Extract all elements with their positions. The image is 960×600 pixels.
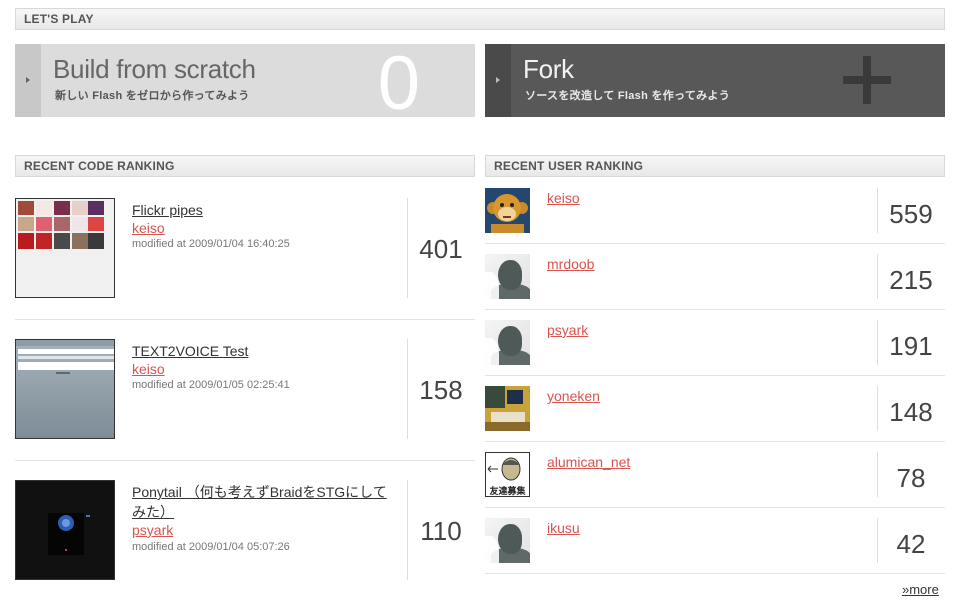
monkey-avatar-icon <box>485 188 530 233</box>
game-screenshot-thumbnail-icon <box>48 513 90 555</box>
user-name-link[interactable]: yoneken <box>547 388 600 404</box>
more-link[interactable]: »more <box>902 582 939 597</box>
code-title-link[interactable]: Flickr pipes <box>132 200 397 220</box>
user-ranking-item: psyark 191 <box>485 320 945 386</box>
user-score: 191 <box>889 331 933 361</box>
code-thumbnail[interactable] <box>15 339 115 439</box>
user-name-link[interactable]: psyark <box>547 322 588 338</box>
desk-photo-avatar-icon <box>485 386 530 431</box>
user-score: 559 <box>889 199 933 229</box>
zero-glyph: 0 <box>377 44 420 117</box>
default-silhouette-avatar[interactable] <box>485 518 530 563</box>
code-score: 110 <box>420 516 462 546</box>
user-ranking-item: ikusu 42 <box>485 518 945 584</box>
row-divider <box>485 573 945 574</box>
code-ranking-item: Flickr pipes keiso modified at 2009/01/0… <box>15 198 475 339</box>
row-divider <box>485 309 945 310</box>
fork-tab <box>485 44 511 117</box>
user-name-link[interactable]: keiso <box>547 190 580 206</box>
arrow-right-icon <box>496 77 500 83</box>
row-divider <box>485 507 945 508</box>
row-divider <box>485 375 945 376</box>
user-score: 215 <box>889 265 933 295</box>
monkey-avatar[interactable] <box>485 188 530 233</box>
scratch-tab <box>15 44 41 117</box>
default-silhouette-avatar[interactable] <box>485 254 530 299</box>
user-ranking-item: yoneken 148 <box>485 386 945 452</box>
code-thumbnail[interactable] <box>15 480 115 580</box>
code-thumbnail[interactable] <box>15 198 115 298</box>
user-name-link[interactable]: ikusu <box>547 520 580 536</box>
build-title: Build from scratch <box>53 54 256 84</box>
user-ranking-item: keiso 559 <box>485 188 945 254</box>
build-subtitle: 新しい Flash をゼロから作ってみよう <box>55 90 250 102</box>
default-silhouette-avatar[interactable] <box>485 320 530 365</box>
modified-timestamp: modified at 2009/01/04 05:07:26 <box>132 541 290 553</box>
fork-button[interactable]: Fork ソースを改造して Flash を作ってみよう <box>485 44 945 117</box>
lets-play-header: LET'S PLAY <box>15 8 945 30</box>
user-score: 78 <box>896 463 926 493</box>
user-name-link[interactable]: mrdoob <box>547 256 594 272</box>
user-score: 42 <box>896 529 926 559</box>
user-name-link[interactable]: alumican_net <box>547 454 630 470</box>
row-divider <box>485 243 945 244</box>
code-ranking-header: RECENT CODE RANKING <box>15 155 475 177</box>
photo-grid-thumbnail-icon <box>18 201 104 249</box>
face-sketch-icon <box>487 457 521 481</box>
code-ranking-item: TEXT2VOICE Test keiso modified at 2009/0… <box>15 339 475 480</box>
code-author-link[interactable]: psyark <box>132 522 173 538</box>
code-author-link[interactable]: keiso <box>132 220 165 236</box>
user-ranking-item: mrdoob 215 <box>485 254 945 320</box>
row-divider <box>15 460 475 461</box>
code-title-link[interactable]: TEXT2VOICE Test <box>132 341 397 361</box>
code-ranking-item: Ponytail （何も考えずBraidをSTGにしてみた） psyark mo… <box>15 480 475 600</box>
code-score: 158 <box>419 375 463 405</box>
modified-timestamp: modified at 2009/01/04 16:40:25 <box>132 238 290 250</box>
form-screenshot-thumbnail-icon <box>16 340 114 374</box>
fork-subtitle: ソースを改造して Flash を作ってみよう <box>525 90 731 102</box>
code-author-link[interactable]: keiso <box>132 361 165 377</box>
fork-title: Fork <box>523 54 574 84</box>
code-score: 401 <box>419 234 463 264</box>
user-ranking-item: 友達募集 alumican_net 78 <box>485 452 945 518</box>
avatar-caption: 友達募集 <box>489 487 526 497</box>
user-score: 148 <box>889 397 933 427</box>
modified-timestamp: modified at 2009/01/05 02:25:41 <box>132 379 290 391</box>
row-divider <box>485 441 945 442</box>
code-title-link[interactable]: Ponytail （何も考えずBraidをSTGにしてみた） <box>132 482 397 522</box>
user-ranking-header: RECENT USER RANKING <box>485 155 945 177</box>
friend-recruit-avatar[interactable]: 友達募集 <box>485 452 530 497</box>
arrow-right-icon <box>26 77 30 83</box>
build-from-scratch-button[interactable]: Build from scratch 新しい Flash をゼロから作ってみよう… <box>15 44 475 117</box>
desk-photo-avatar[interactable] <box>485 386 530 431</box>
row-divider <box>15 319 475 320</box>
